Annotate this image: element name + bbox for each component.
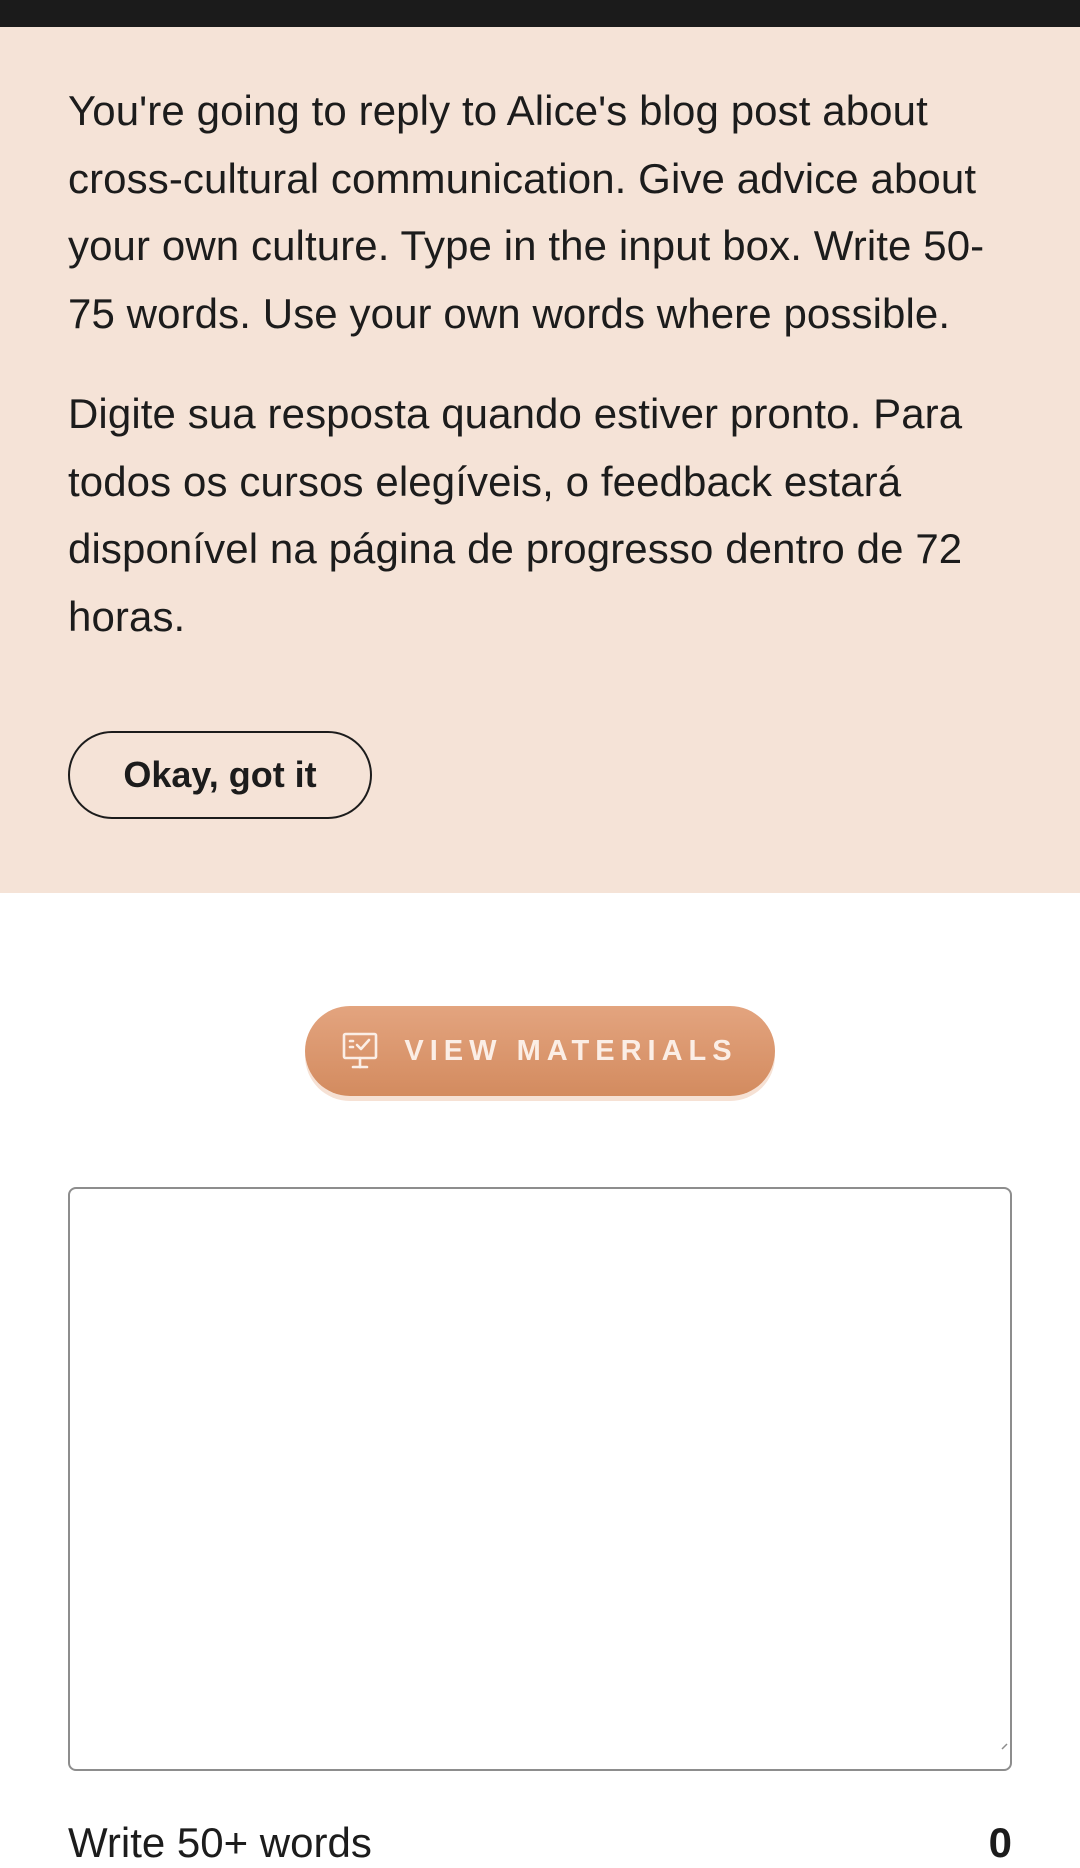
word-requirement-hint: Write 50+ words (68, 1819, 372, 1866)
presentation-board-icon (342, 1032, 378, 1070)
okay-got-it-button[interactable]: Okay, got it (68, 731, 372, 819)
view-materials-label: VIEW MATERIALS (404, 1034, 738, 1067)
instructions-text: You're going to reply to Alice's blog po… (68, 87, 985, 337)
word-count: 0 (988, 1819, 1012, 1866)
response-input[interactable] (68, 1187, 1012, 1771)
feedback-info-text: Digite sua resposta quando estiver pront… (68, 390, 963, 640)
view-materials-button[interactable]: VIEW MATERIALS (305, 1006, 775, 1096)
top-bar (0, 0, 1080, 27)
resize-grip-icon[interactable] (1000, 1742, 1008, 1750)
